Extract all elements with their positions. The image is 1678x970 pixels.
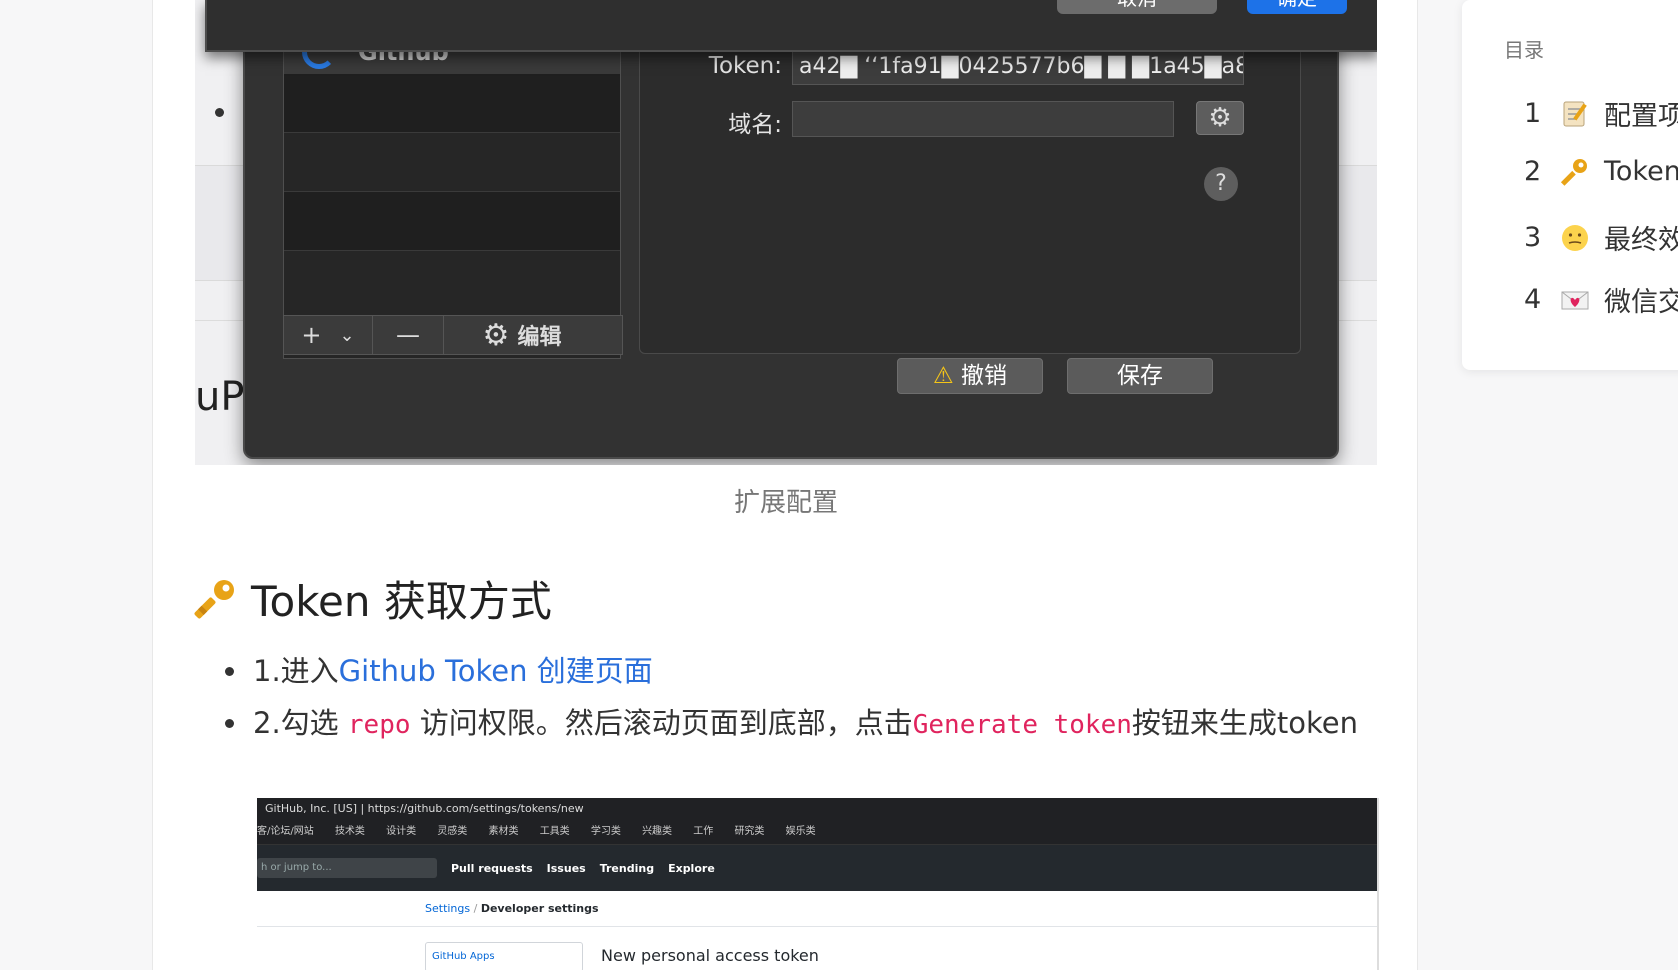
- warning-icon: ⚠: [933, 363, 954, 389]
- revert-label: 撤销: [960, 363, 1007, 389]
- bookmark: 客/论坛/网站: [257, 826, 314, 837]
- nav-issues: Issues: [546, 861, 586, 875]
- side-nav-github-apps: GitHub Apps: [425, 942, 583, 970]
- domain-settings-button[interactable]: ⚙: [1196, 101, 1244, 135]
- remove-button[interactable]: —: [373, 316, 444, 354]
- list-item: 1.进入Github Token 创建页面: [225, 648, 1373, 694]
- config-dialog: Github + ⌄ — ⚙ 编辑 Token: a42▇ ‘‘1fa91▇04…: [243, 0, 1339, 459]
- bookmark: 技术类: [334, 826, 365, 837]
- list-item[interactable]: [284, 132, 620, 191]
- toc-label: Token: [1604, 156, 1678, 187]
- token-page-link[interactable]: Github Token 创建页面: [339, 654, 653, 688]
- crumb-developer-settings: Developer settings: [480, 902, 599, 915]
- toc-number: 3: [1524, 222, 1542, 253]
- bookmark: 灵感类: [437, 826, 468, 837]
- breadcrumb: Settings / Developer settings: [425, 902, 599, 915]
- edit-label: 编辑: [517, 325, 562, 350]
- search-input: h or jump to...: [257, 858, 437, 878]
- inline-code-repo: repo: [347, 710, 411, 740]
- toc-label: 配置项: [1604, 101, 1678, 132]
- add-button[interactable]: + ⌄: [284, 316, 373, 354]
- list-item: 2.勾选 repo 访问权限。然后滚动页面到底部，点击Generate toke…: [225, 700, 1373, 748]
- toc-label: 微信交: [1604, 287, 1678, 318]
- toc-label: 最终效: [1604, 225, 1678, 256]
- save-button[interactable]: 保存: [1067, 358, 1213, 394]
- list-toolbar: + ⌄ — ⚙ 编辑: [283, 315, 623, 355]
- help-button[interactable]: ?: [1204, 167, 1238, 201]
- inline-code-generate-token: Generate token: [912, 710, 1132, 740]
- key-icon: [194, 579, 234, 618]
- github-nav: h or jump to... Pull requests Issues Tre…: [257, 845, 1377, 891]
- face-icon: [1562, 224, 1588, 251]
- nav-explore: Explore: [668, 861, 715, 875]
- ok-button[interactable]: 确定: [1247, 0, 1347, 14]
- page-title: New personal access token: [601, 946, 819, 965]
- toc-title: 目录: [1504, 38, 1544, 62]
- bookmark: 娱乐类: [785, 826, 816, 837]
- toc-item-config[interactable]: 1 配置项: [1524, 94, 1678, 133]
- service-list[interactable]: Github: [283, 30, 621, 359]
- section-heading: Token 获取方式: [193, 568, 552, 629]
- step2-text-b: 访问权限。然后滚动页面到底部，点击: [410, 706, 913, 740]
- cancel-button[interactable]: 取消: [1057, 0, 1217, 14]
- plus-icon: +: [301, 321, 322, 349]
- revert-button[interactable]: ⚠ 撤销: [897, 358, 1043, 394]
- bookmark: 兴趣类: [642, 826, 673, 837]
- toc-number: 4: [1524, 284, 1542, 315]
- nav-trending: Trending: [599, 861, 655, 875]
- toc-item-result[interactable]: 3 最终效: [1524, 218, 1678, 257]
- step2-text-a: 2.勾选: [253, 706, 348, 740]
- step1-prefix: 1.进入: [253, 654, 339, 688]
- steps-list: 1.进入Github Token 创建页面 2.勾选 repo 访问权限。然后滚…: [225, 648, 1373, 754]
- settings-panel: Token: a42▇ ‘‘1fa91▇0425577b6▇ ▇ ▇1a45▇a…: [639, 28, 1301, 354]
- step2-text-c: 按钮来生成token: [1131, 706, 1359, 740]
- token-field[interactable]: a42▇ ‘‘1fa91▇0425577b6▇ ▇ ▇1a45▇a8...: [792, 49, 1244, 85]
- bookmark: 研究类: [734, 826, 765, 837]
- memo-icon: [1563, 101, 1587, 126]
- background-bullet: [215, 108, 224, 117]
- nav-pull-requests: Pull requests: [451, 861, 533, 875]
- gear-icon: ⚙: [482, 317, 510, 353]
- bookmark: 学习类: [590, 826, 621, 837]
- list-item[interactable]: [284, 250, 620, 309]
- image-caption: 扩展配置: [733, 488, 838, 518]
- parent-sheet: 取消 确定: [205, 0, 1377, 52]
- crumb-settings: Settings: [425, 902, 471, 915]
- section-heading-text: Token 获取方式: [251, 577, 552, 626]
- key-icon: [1560, 158, 1587, 186]
- toc-item-token[interactable]: 2 Token: [1524, 156, 1678, 187]
- toc-number: 1: [1524, 98, 1542, 129]
- bookmark: 设计类: [386, 826, 417, 837]
- toc-number: 2: [1524, 156, 1542, 187]
- background-text: uP: [195, 374, 245, 420]
- domain-field[interactable]: [792, 101, 1174, 137]
- bookmarks-bar: 客/论坛/网站 技术类 设计类 灵感类 素材类 工具类 学习类 兴趣类 工作 研…: [257, 820, 1377, 845]
- gear-icon: ⚙: [1208, 103, 1232, 133]
- browser-url-bar: GitHub, Inc. [US] | https://github.com/s…: [257, 798, 1377, 820]
- table-of-contents: 目录 1 配置项 2 Token 3 最终效 4 微信交: [1462, 0, 1678, 370]
- bookmark: 工具类: [539, 826, 570, 837]
- token-label: Token:: [708, 53, 782, 79]
- minus-icon: —: [396, 321, 420, 349]
- article-body: uP Github + ⌄ — ⚙ 编辑 Token: a42▇ ‘‘1fa91…: [152, 0, 1418, 970]
- bookmark: 素材类: [488, 826, 519, 837]
- edit-button[interactable]: ⚙ 编辑: [444, 316, 600, 354]
- list-item[interactable]: [284, 73, 620, 132]
- love-letter-icon: [1561, 291, 1589, 309]
- toc-item-wechat[interactable]: 4 微信交: [1524, 280, 1678, 319]
- chevron-down-icon: ⌄: [339, 324, 355, 346]
- github-screenshot: GitHub, Inc. [US] | https://github.com/s…: [257, 798, 1379, 970]
- divider: [257, 926, 1377, 927]
- extension-config-screenshot: uP Github + ⌄ — ⚙ 编辑 Token: a42▇ ‘‘1fa91…: [195, 0, 1377, 465]
- list-item[interactable]: [284, 191, 620, 250]
- bookmark: 工作: [693, 826, 714, 837]
- domain-label: 域名:: [728, 112, 782, 138]
- crumb-separator: /: [470, 902, 481, 915]
